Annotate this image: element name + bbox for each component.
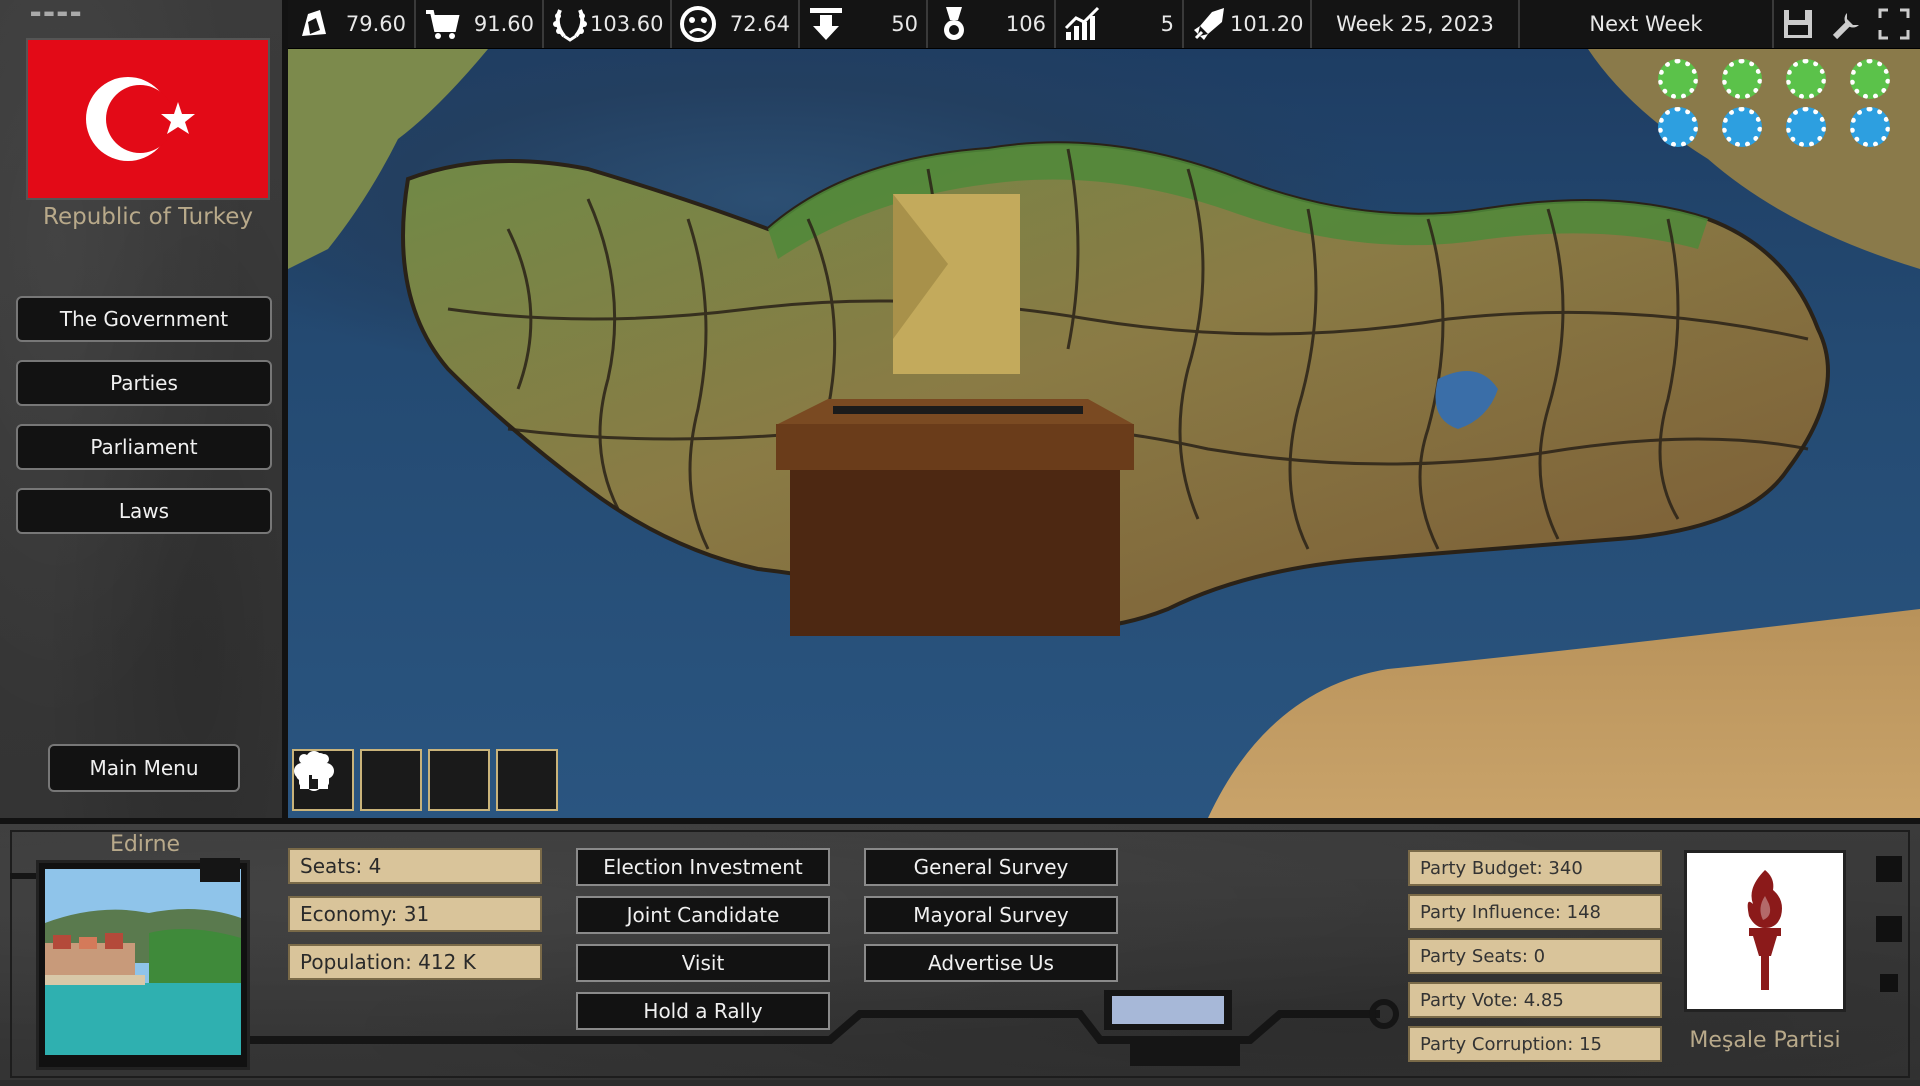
party-logo[interactable] — [1684, 850, 1846, 1012]
country-name: Republic of Turkey — [43, 204, 253, 230]
decorative-dashes: ▬▬▬▬ — [30, 6, 84, 20]
stat-value: 72.64 — [729, 12, 790, 36]
laurel-wreath-icon — [553, 9, 587, 42]
main-menu-button[interactable]: Main Menu — [48, 744, 240, 792]
party-corruption: Party Corruption: 15 — [1408, 1026, 1662, 1062]
stat-oil[interactable]: 79.60 — [288, 0, 416, 48]
party-influence: Party Influence: 148 — [1408, 894, 1662, 930]
stat-prestige[interactable]: 103.60 — [544, 0, 672, 48]
stat-value: 103.60 — [590, 12, 664, 36]
rocket-icon — [1194, 8, 1224, 40]
settings-button[interactable] — [1822, 0, 1870, 48]
party-vote: Party Vote: 4.85 — [1408, 982, 1662, 1018]
crescent-star-icon — [86, 77, 195, 161]
sidebar-item-government[interactable]: The Government — [16, 296, 272, 342]
status-indicator-green — [1722, 59, 1762, 99]
sad-face-icon — [680, 6, 716, 42]
fullscreen-icon — [1878, 8, 1910, 40]
decorative-square — [1876, 856, 1902, 882]
stat-military[interactable]: 106 — [928, 0, 1056, 48]
stat-technology[interactable]: 101.20 — [1184, 0, 1312, 48]
stat-consumer[interactable]: 91.60 — [416, 0, 544, 48]
map-mode-button[interactable] — [299, 749, 422, 811]
stat-value: 50 — [891, 12, 918, 36]
sidebar-item-parliament[interactable]: Parliament — [16, 424, 272, 470]
wrench-icon — [1832, 13, 1859, 40]
status-indicator-blue — [1722, 107, 1762, 147]
fullscreen-button[interactable] — [1870, 0, 1918, 48]
party-budget: Party Budget: 340 — [1408, 850, 1662, 886]
stat-unhappiness[interactable]: 72.64 — [672, 0, 800, 48]
status-indicator-green — [1786, 59, 1826, 99]
map-mode-toolbar — [292, 749, 558, 811]
decorative-square — [1876, 916, 1902, 942]
save-icon — [1784, 10, 1812, 38]
save-button[interactable] — [1774, 0, 1822, 48]
stat-value: 106 — [1005, 12, 1046, 36]
top-bar: 79.60 91.60 103.60 72.64 50 106 5 101.20… — [288, 0, 1920, 49]
stat-value: 5 — [1160, 12, 1174, 36]
status-indicator-blue — [1658, 107, 1698, 147]
stat-value: 91.60 — [473, 12, 534, 36]
stat-tax[interactable]: 50 — [800, 0, 928, 48]
country-map[interactable] — [288, 49, 1920, 818]
person-icon — [296, 753, 326, 789]
bottom-panel: Edirne Seats: 4 Economy: 31 Population: … — [0, 818, 1920, 1080]
country-flag — [26, 38, 270, 200]
status-indicator-green — [1658, 59, 1698, 99]
next-week-button[interactable]: Next Week — [1520, 0, 1774, 48]
sidebar-item-laws[interactable]: Laws — [16, 488, 272, 534]
map-terrain — [288, 49, 1920, 818]
sidebar-item-parties[interactable]: Parties — [16, 360, 272, 406]
medal-icon — [944, 7, 964, 40]
shopping-cart-icon — [426, 10, 460, 39]
oil-drop-icon — [302, 10, 326, 36]
status-indicator-blue — [1850, 107, 1890, 147]
torch-icon — [1747, 870, 1782, 990]
growth-chart-icon — [1064, 6, 1100, 40]
decorative-square — [1880, 974, 1898, 992]
status-indicator-green — [1850, 59, 1890, 99]
party-seats: Party Seats: 0 — [1408, 938, 1662, 974]
sidebar: ▬▬▬▬ Republic of Turkey The Government P… — [0, 0, 288, 818]
status-indicator-blue — [1786, 107, 1826, 147]
party-name: Meşale Partisi — [1689, 1028, 1841, 1053]
download-arrow-icon — [810, 8, 842, 40]
stat-value: 101.20 — [1230, 12, 1304, 36]
date-display: Week 25, 2023 — [1312, 0, 1520, 48]
stat-value: 79.60 — [345, 12, 406, 36]
map-mode-button[interactable] — [296, 749, 558, 811]
map-mode-button[interactable] — [296, 749, 490, 811]
stat-growth[interactable]: 5 — [1056, 0, 1184, 48]
